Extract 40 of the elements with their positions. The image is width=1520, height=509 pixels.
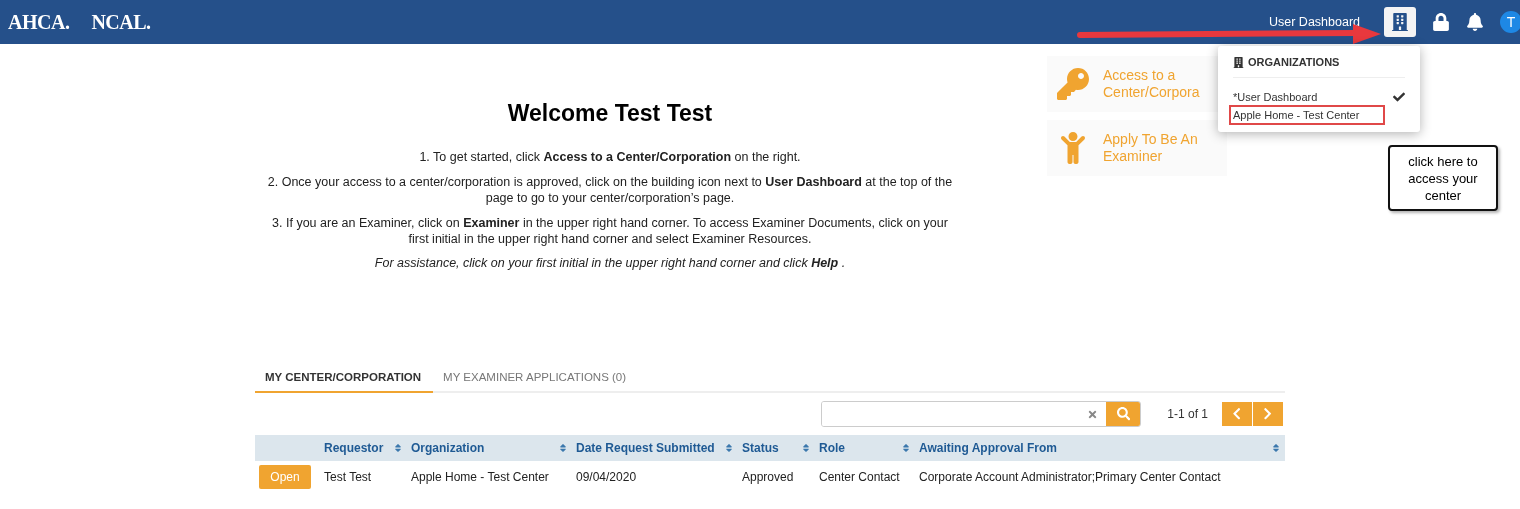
sort-icon[interactable] (901, 443, 911, 453)
instruction-text: 3. If you are an Examiner, click on Examiner in the upper right hand corner. To access Examiner Documents, click on your first initial in the upper right hand corner and select Examiner Resources. (271, 215, 949, 247)
next-page-button[interactable] (1253, 402, 1283, 426)
menu-item[interactable]: *User Dashboard (1233, 88, 1405, 106)
building-button[interactable] (1384, 7, 1416, 37)
search-button[interactable] (1106, 402, 1141, 426)
dashboard-label: User Dashboard (1269, 15, 1360, 29)
table-cell: Apple Home - Test Center (407, 461, 572, 493)
building-icon (1233, 56, 1244, 68)
instruction-text: 1. To get started, click Access to a Center/Corporation on the right. (418, 149, 802, 165)
tab[interactable]: MY CENTER/CORPORATION (255, 364, 434, 393)
search-icon (1116, 407, 1130, 421)
instruction-text: 2. Once your access to a center/corporation is approved, click on the building icon next to User Dashboard at the top of the page to go to your center/corporation’s page. (266, 174, 954, 206)
user-avatar[interactable]: T (1500, 11, 1520, 33)
sort-icon[interactable] (724, 443, 734, 453)
pagination-text: 1-1 of 1 (1167, 407, 1208, 421)
welcome-title: Welcome Test Test (506, 100, 714, 127)
column-header[interactable]: Role (819, 441, 845, 455)
table-cell: Center Contact (815, 461, 915, 493)
sort-icon[interactable] (801, 443, 811, 453)
previous-page-button[interactable] (1222, 402, 1252, 426)
search-field[interactable] (821, 401, 1142, 427)
logo: AHCA. (8, 10, 70, 34)
table-cell: 09/04/2020 (572, 461, 738, 493)
table-cell: Corporate Account Administrator;Primary Center Contact (915, 461, 1285, 493)
callout-note: click here to access your center (1388, 145, 1498, 211)
sort-icon[interactable] (558, 443, 568, 453)
table-cell: Approved (738, 461, 815, 493)
clear-icon[interactable] (1087, 408, 1099, 420)
sort-icon[interactable] (1271, 443, 1281, 453)
assistance-text: For assistance, click on your first initial in the upper right hand corner and click Help . (373, 256, 847, 270)
logo: NCAL. (91, 10, 151, 34)
key-icon (1057, 68, 1089, 100)
menu-title: ORGANIZATIONS (1248, 56, 1340, 68)
sort-icon[interactable] (393, 443, 403, 453)
lock-button[interactable] (1432, 13, 1450, 31)
notifications-button[interactable] (1466, 13, 1484, 31)
tab[interactable]: MY EXAMINER APPLICATIONS (0) (433, 364, 639, 393)
building-icon (1391, 13, 1409, 31)
table-cell: Test Test (320, 461, 407, 493)
